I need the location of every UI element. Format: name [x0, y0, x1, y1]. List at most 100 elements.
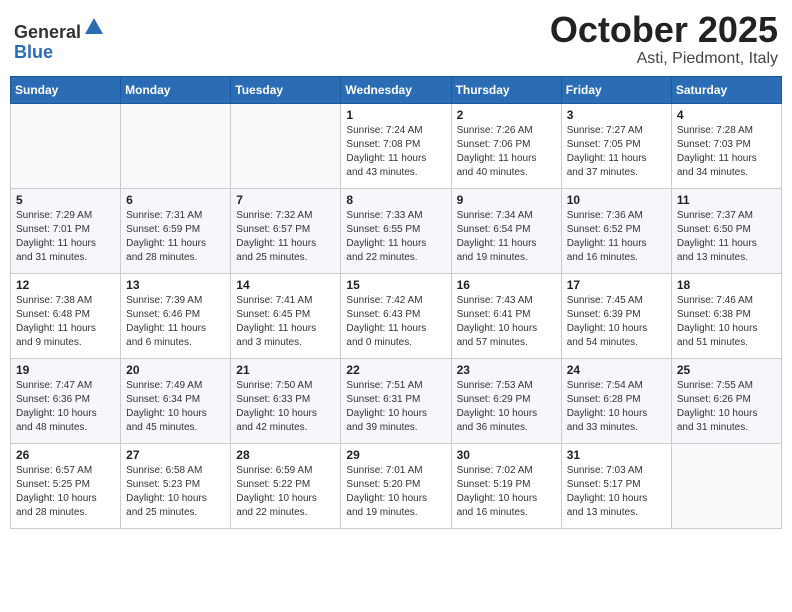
day-info: Sunrise: 6:57 AM Sunset: 5:25 PM Dayligh… — [16, 464, 115, 520]
day-info: Sunrise: 7:55 AM Sunset: 6:26 PM Dayligh… — [677, 379, 776, 435]
calendar-week-row: 5 Sunrise: 7:29 AM Sunset: 7:01 PM Daylig… — [11, 188, 782, 273]
day-number: 8 — [346, 193, 445, 207]
day-info: Sunrise: 6:58 AM Sunset: 5:23 PM Dayligh… — [126, 464, 225, 520]
day-number: 21 — [236, 363, 335, 377]
calendar-cell — [121, 103, 231, 188]
calendar-cell: 17Sunrise: 7:45 AM Sunset: 6:39 PM Dayli… — [561, 273, 671, 358]
col-header-saturday: Saturday — [671, 76, 781, 103]
calendar-week-row: 26 Sunrise: 6:57 AM Sunset: 5:25 PM Dayli… — [11, 443, 782, 528]
day-info: Sunrise: 6:59 AM Sunset: 5:22 PM Dayligh… — [236, 464, 335, 520]
day-number: 13 — [126, 278, 225, 292]
calendar-cell: 8 Sunrise: 7:33 AM Sunset: 6:55 PM Daylig… — [341, 188, 451, 273]
day-info: Sunrise: 7:38 AM Sunset: 6:48 PM Dayligh… — [16, 294, 115, 350]
day-info: Sunrise: 7:01 AM Sunset: 5:20 PM Dayligh… — [346, 464, 445, 520]
calendar-cell: 25 Sunrise: 7:55 AM Sunset: 6:26 PM Dayli… — [671, 358, 781, 443]
calendar-cell: 15 Sunrise: 7:42 AM Sunset: 6:43 PM Dayli… — [341, 273, 451, 358]
col-header-thursday: Thursday — [451, 76, 561, 103]
day-number: 7 — [236, 193, 335, 207]
day-info: Sunrise: 7:53 AM Sunset: 6:29 PM Dayligh… — [457, 379, 556, 435]
calendar-cell: 16 Sunrise: 7:43 AM Sunset: 6:41 PM Dayli… — [451, 273, 561, 358]
day-number: 16 — [457, 278, 556, 292]
day-number: 1 — [346, 108, 445, 122]
col-header-friday: Friday — [561, 76, 671, 103]
day-number: 23 — [457, 363, 556, 377]
day-number: 11 — [677, 193, 776, 207]
calendar-cell: 14Sunrise: 7:41 AM Sunset: 6:45 PM Dayli… — [231, 273, 341, 358]
day-info: Sunrise: 7:54 AM Sunset: 6:28 PM Dayligh… — [567, 379, 666, 435]
calendar-week-row: 12 Sunrise: 7:38 AM Sunset: 6:48 PM Dayli… — [11, 273, 782, 358]
day-number: 2 — [457, 108, 556, 122]
day-info: Sunrise: 7:46 AM Sunset: 6:38 PM Dayligh… — [677, 294, 776, 350]
logo-blue-text: Blue — [14, 42, 53, 62]
day-number: 19 — [16, 363, 115, 377]
day-info: Sunrise: 7:36 AM Sunset: 6:52 PM Dayligh… — [567, 209, 666, 265]
calendar-cell: 9 Sunrise: 7:34 AM Sunset: 6:54 PM Daylig… — [451, 188, 561, 273]
day-info: Sunrise: 7:37 AM Sunset: 6:50 PM Dayligh… — [677, 209, 776, 265]
calendar-cell: 27 Sunrise: 6:58 AM Sunset: 5:23 PM Dayli… — [121, 443, 231, 528]
calendar-cell: 26 Sunrise: 6:57 AM Sunset: 5:25 PM Dayli… — [11, 443, 121, 528]
logo: General Blue — [14, 16, 105, 63]
day-info: Sunrise: 7:02 AM Sunset: 5:19 PM Dayligh… — [457, 464, 556, 520]
title-block: October 2025 Asti, Piedmont, Italy — [550, 10, 778, 68]
day-number: 24 — [567, 363, 666, 377]
location: Asti, Piedmont, Italy — [550, 50, 778, 68]
calendar-cell: 21 Sunrise: 7:50 AM Sunset: 6:33 PM Dayli… — [231, 358, 341, 443]
calendar-cell: 28 Sunrise: 6:59 AM Sunset: 5:22 PM Dayli… — [231, 443, 341, 528]
col-header-tuesday: Tuesday — [231, 76, 341, 103]
col-header-sunday: Sunday — [11, 76, 121, 103]
calendar-week-row: 19Sunrise: 7:47 AM Sunset: 6:36 PM Dayli… — [11, 358, 782, 443]
calendar-cell: 30 Sunrise: 7:02 AM Sunset: 5:19 PM Dayli… — [451, 443, 561, 528]
month-title: October 2025 — [550, 10, 778, 50]
calendar-cell: 6Sunrise: 7:31 AM Sunset: 6:59 PM Daylig… — [121, 188, 231, 273]
calendar-cell: 23 Sunrise: 7:53 AM Sunset: 6:29 PM Dayli… — [451, 358, 561, 443]
day-number: 6 — [126, 193, 225, 207]
page-header: General Blue October 2025 Asti, Piedmont… — [10, 10, 782, 68]
day-number: 9 — [457, 193, 556, 207]
day-number: 4 — [677, 108, 776, 122]
day-number: 25 — [677, 363, 776, 377]
col-header-wednesday: Wednesday — [341, 76, 451, 103]
day-number: 12 — [16, 278, 115, 292]
day-info: Sunrise: 7:27 AM Sunset: 7:05 PM Dayligh… — [567, 124, 666, 180]
day-number: 18 — [677, 278, 776, 292]
calendar-cell: 19Sunrise: 7:47 AM Sunset: 6:36 PM Dayli… — [11, 358, 121, 443]
calendar-cell — [11, 103, 121, 188]
calendar-cell: 7 Sunrise: 7:32 AM Sunset: 6:57 PM Daylig… — [231, 188, 341, 273]
day-info: Sunrise: 7:34 AM Sunset: 6:54 PM Dayligh… — [457, 209, 556, 265]
calendar-cell: 18 Sunrise: 7:46 AM Sunset: 6:38 PM Dayli… — [671, 273, 781, 358]
day-number: 22 — [346, 363, 445, 377]
day-number: 3 — [567, 108, 666, 122]
day-number: 29 — [346, 448, 445, 462]
day-info: Sunrise: 7:43 AM Sunset: 6:41 PM Dayligh… — [457, 294, 556, 350]
calendar-cell: 29 Sunrise: 7:01 AM Sunset: 5:20 PM Dayli… — [341, 443, 451, 528]
day-number: 27 — [126, 448, 225, 462]
day-number: 30 — [457, 448, 556, 462]
calendar-cell: 31Sunrise: 7:03 AM Sunset: 5:17 PM Dayli… — [561, 443, 671, 528]
day-number: 14 — [236, 278, 335, 292]
day-info: Sunrise: 7:33 AM Sunset: 6:55 PM Dayligh… — [346, 209, 445, 265]
day-info: Sunrise: 7:32 AM Sunset: 6:57 PM Dayligh… — [236, 209, 335, 265]
calendar-cell: 13 Sunrise: 7:39 AM Sunset: 6:46 PM Dayli… — [121, 273, 231, 358]
day-info: Sunrise: 7:50 AM Sunset: 6:33 PM Dayligh… — [236, 379, 335, 435]
day-number: 5 — [16, 193, 115, 207]
day-info: Sunrise: 7:29 AM Sunset: 7:01 PM Dayligh… — [16, 209, 115, 265]
logo-icon — [83, 16, 105, 38]
calendar-cell — [231, 103, 341, 188]
day-info: Sunrise: 7:51 AM Sunset: 6:31 PM Dayligh… — [346, 379, 445, 435]
day-info: Sunrise: 7:45 AM Sunset: 6:39 PM Dayligh… — [567, 294, 666, 350]
day-number: 31 — [567, 448, 666, 462]
calendar-cell: 22 Sunrise: 7:51 AM Sunset: 6:31 PM Dayli… — [341, 358, 451, 443]
day-info: Sunrise: 7:42 AM Sunset: 6:43 PM Dayligh… — [346, 294, 445, 350]
day-number: 15 — [346, 278, 445, 292]
day-number: 10 — [567, 193, 666, 207]
calendar-cell — [671, 443, 781, 528]
day-info: Sunrise: 7:49 AM Sunset: 6:34 PM Dayligh… — [126, 379, 225, 435]
day-number: 26 — [16, 448, 115, 462]
calendar-cell: 3 Sunrise: 7:27 AM Sunset: 7:05 PM Daylig… — [561, 103, 671, 188]
day-number: 28 — [236, 448, 335, 462]
col-header-monday: Monday — [121, 76, 231, 103]
logo-general-text: General — [14, 22, 81, 42]
day-info: Sunrise: 7:39 AM Sunset: 6:46 PM Dayligh… — [126, 294, 225, 350]
calendar-cell: 1Sunrise: 7:24 AM Sunset: 7:08 PM Daylig… — [341, 103, 451, 188]
calendar-week-row: 1Sunrise: 7:24 AM Sunset: 7:08 PM Daylig… — [11, 103, 782, 188]
